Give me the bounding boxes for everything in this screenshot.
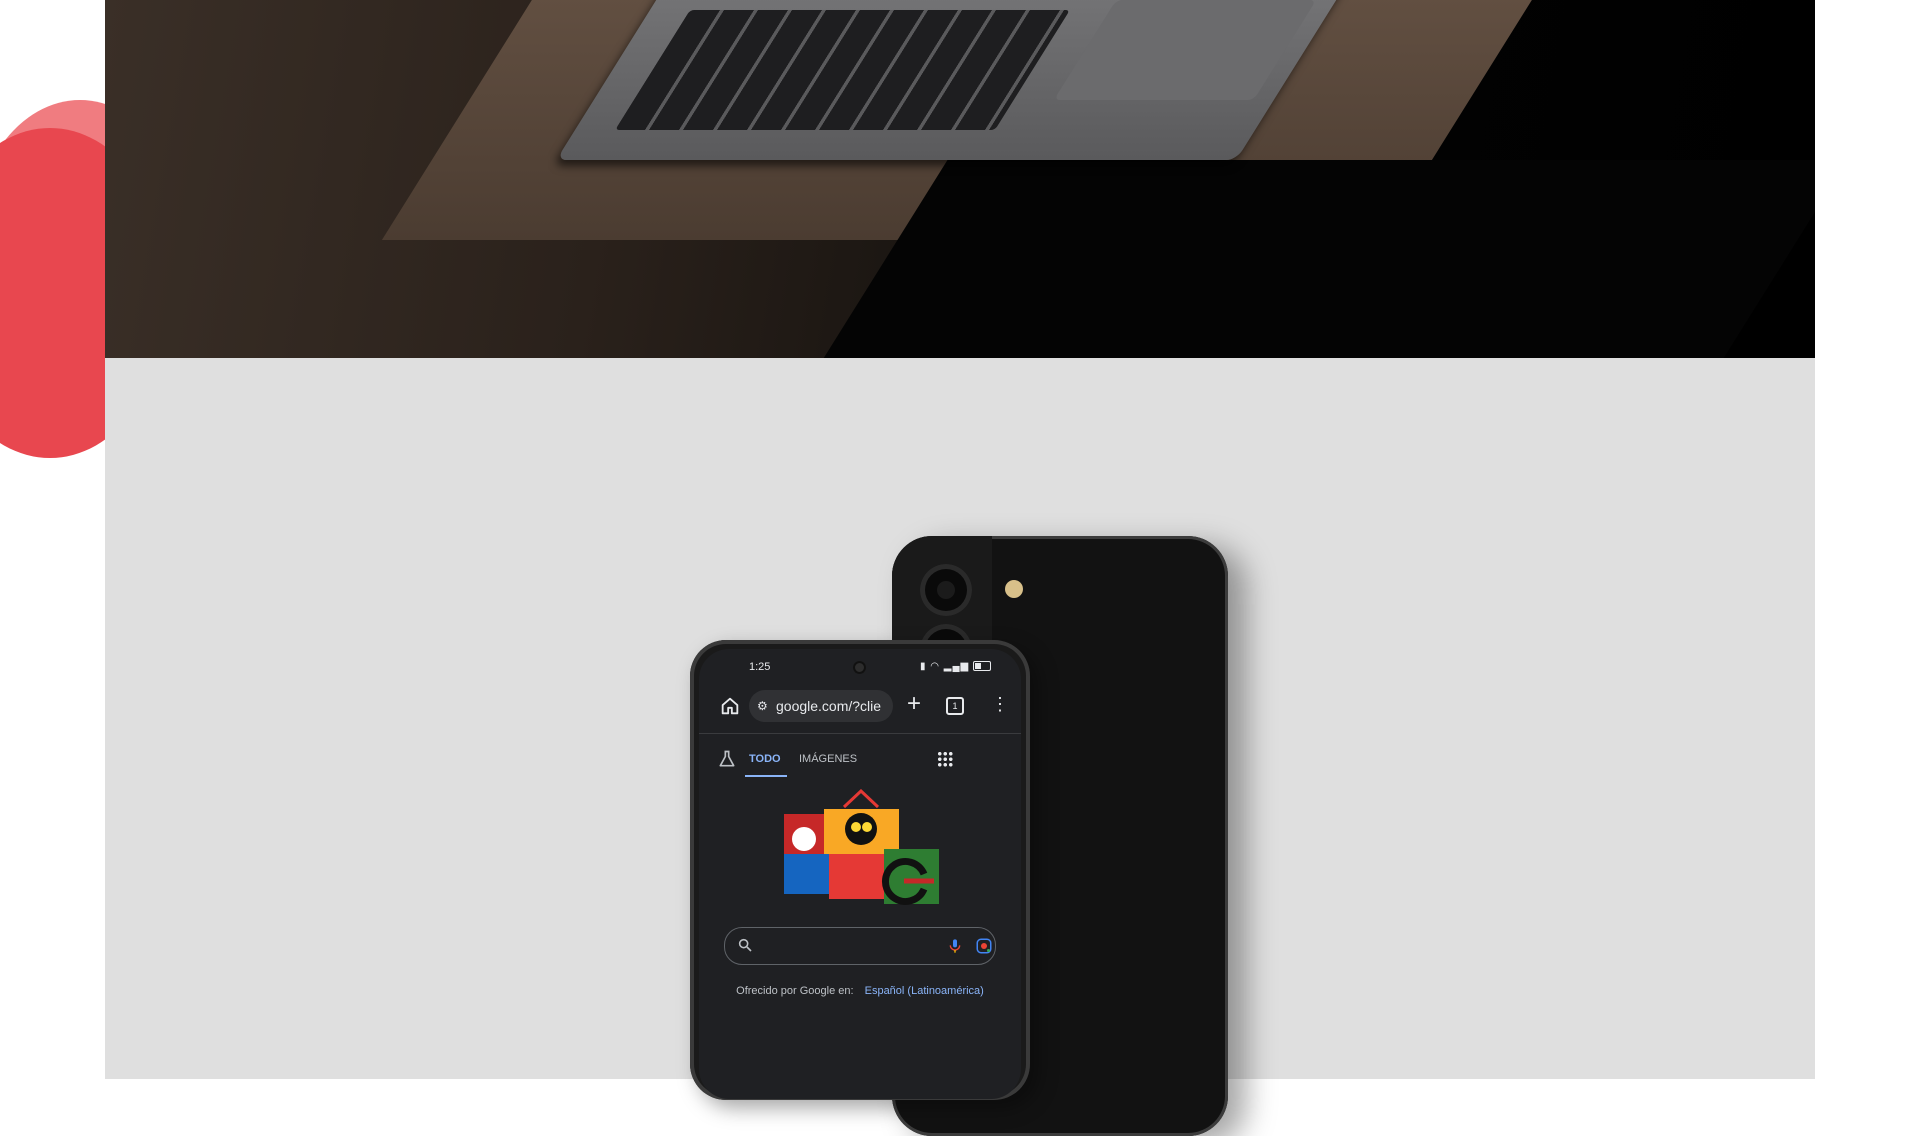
desk-edge-shadow	[822, 160, 1815, 358]
camera-lens	[920, 564, 972, 616]
home-icon[interactable]	[719, 695, 741, 717]
laptop	[556, 0, 1374, 160]
url-text: google.com/?clie	[776, 698, 882, 714]
status-bar: 1:25 ▮ ◠ ▂▄▆	[699, 657, 1021, 679]
phone-front: 1:25 ▮ ◠ ▂▄▆ ⚙ google.com/?clie + 1 ⋮ TO…	[690, 640, 1030, 1100]
offered-in: Ofrecido por Google en: Español (Latinoa…	[699, 985, 1021, 997]
browser-toolbar: ⚙ google.com/?clie + 1 ⋮	[699, 687, 1021, 727]
camera-flash	[1005, 580, 1023, 598]
tab-imagenes[interactable]: IMÁGENES	[799, 753, 857, 765]
active-tab-indicator	[745, 775, 787, 777]
kebab-menu-icon[interactable]: ⋮	[991, 693, 1009, 715]
tab-todo[interactable]: TODO	[749, 753, 781, 765]
status-icons: ▮ ◠ ▂▄▆	[920, 661, 991, 672]
front-camera	[853, 661, 866, 674]
hero-laptop-image	[105, 0, 1815, 358]
address-bar[interactable]: ⚙ google.com/?clie	[749, 690, 893, 722]
microphone-icon[interactable]	[947, 937, 963, 955]
plus-icon[interactable]: +	[907, 690, 921, 718]
toolbar-divider	[699, 733, 1021, 734]
apps-grid-icon[interactable]	[937, 751, 953, 767]
battery-icon	[973, 661, 991, 672]
laptop-keyboard	[615, 10, 1070, 130]
phone-screen: 1:25 ▮ ◠ ▂▄▆ ⚙ google.com/?clie + 1 ⋮ TO…	[699, 649, 1021, 1099]
flask-icon[interactable]	[717, 749, 737, 769]
language-link[interactable]: Español (Latinoamérica)	[865, 985, 984, 997]
search-icon	[738, 938, 752, 952]
google-doodle[interactable]	[774, 789, 949, 914]
google-lens-icon[interactable]	[975, 937, 993, 955]
laptop-trackpad	[1053, 0, 1317, 100]
offered-label: Ofrecido por Google en:	[736, 985, 854, 997]
status-time: 1:25	[749, 661, 771, 673]
tab-switcher-icon[interactable]: 1	[946, 697, 964, 715]
site-settings-icon[interactable]: ⚙	[757, 699, 768, 713]
search-box[interactable]	[724, 927, 996, 965]
search-tabs: TODO IMÁGENES	[699, 741, 1021, 777]
